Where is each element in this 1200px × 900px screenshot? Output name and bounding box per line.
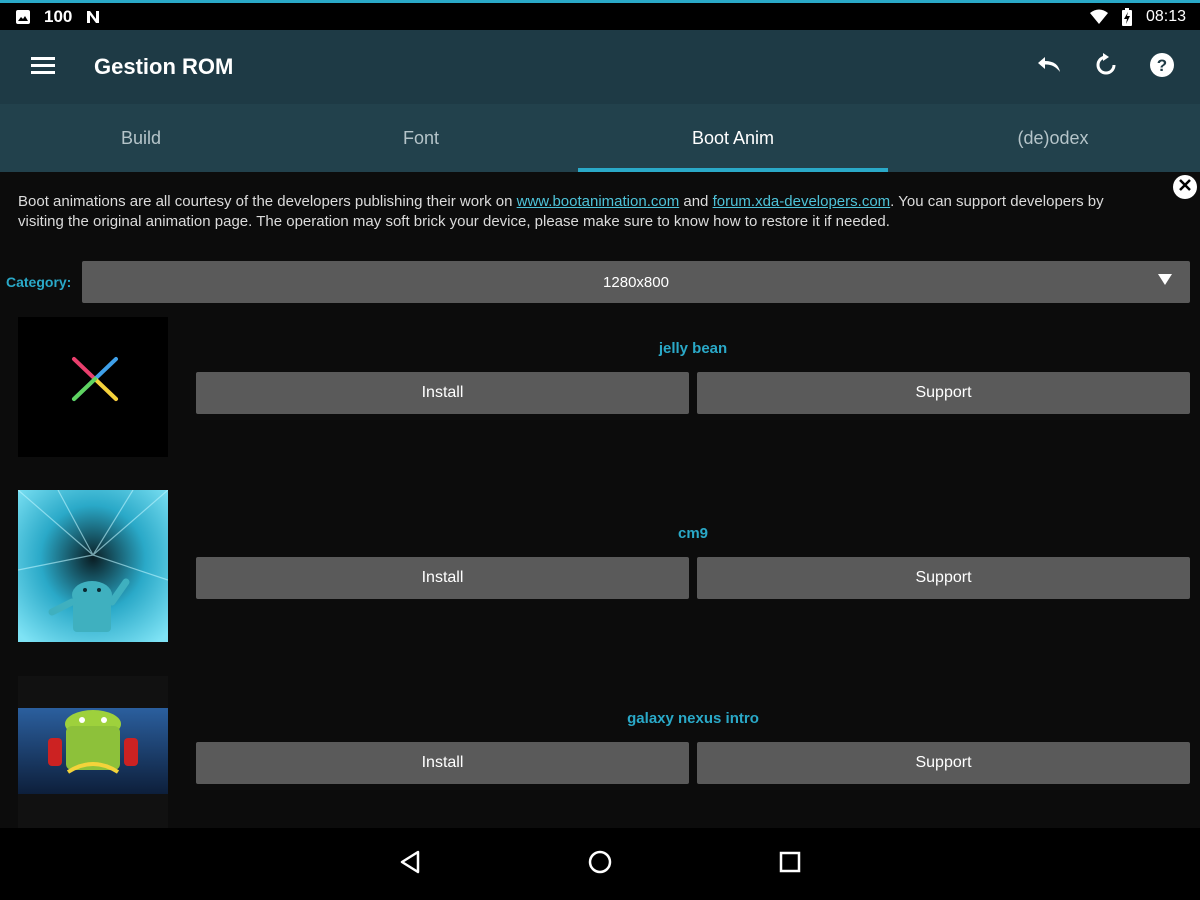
tab-boot-anim[interactable]: Boot Anim xyxy=(578,104,888,172)
dropdown-arrow-icon xyxy=(1158,274,1172,285)
animation-name: jelly bean xyxy=(658,340,728,357)
category-dropdown[interactable]: 1280x800 xyxy=(82,261,1190,303)
battery-icon xyxy=(1118,7,1136,26)
animation-name: galaxy nexus intro xyxy=(627,710,759,727)
main-content: Boot animations are all courtesy of the … xyxy=(0,172,1200,828)
recents-button[interactable] xyxy=(770,844,810,884)
image-icon xyxy=(14,8,32,26)
back-button[interactable] xyxy=(390,844,430,884)
install-button[interactable]: Install xyxy=(196,372,689,414)
notice-part2: and xyxy=(679,193,713,210)
help-button[interactable]: ? xyxy=(1134,30,1190,104)
category-label: Category: xyxy=(6,274,72,290)
status-right: 08:13 xyxy=(1089,7,1186,26)
xda-link[interactable]: forum.xda-developers.com xyxy=(713,193,891,210)
undo-icon xyxy=(1036,53,1064,82)
cm9-thumbnail xyxy=(18,490,168,642)
jelly-bean-thumbnail xyxy=(18,317,168,457)
bootanimation-link[interactable]: www.bootanimation.com xyxy=(517,193,680,210)
status-left: 100 xyxy=(14,7,102,27)
notice-part1: Boot animations are all courtesy of the … xyxy=(18,193,517,210)
help-icon: ? xyxy=(1149,52,1175,83)
tab-font[interactable]: Font xyxy=(282,104,560,172)
list-item: cm9 Install Support xyxy=(0,490,1200,642)
tab-deodex[interactable]: (de)odex xyxy=(906,104,1200,172)
menu-button[interactable] xyxy=(0,30,86,104)
status-bar: 100 08:13 xyxy=(0,0,1200,30)
wifi-icon xyxy=(1089,8,1108,26)
clock: 08:13 xyxy=(1145,7,1186,25)
close-notice-button[interactable] xyxy=(1173,175,1197,199)
support-button[interactable]: Support xyxy=(697,557,1190,599)
list-item: jelly bean Install Support xyxy=(0,317,1200,457)
category-row: Category: 1280x800 xyxy=(0,261,1200,303)
install-button[interactable]: Install xyxy=(196,557,689,599)
page-title: Gestion ROM xyxy=(94,54,234,79)
notice-text: Boot animations are all courtesy of the … xyxy=(18,192,1148,232)
toolbar-actions: ? xyxy=(1022,30,1200,104)
home-button[interactable] xyxy=(580,844,620,884)
home-icon xyxy=(587,849,613,880)
svg-text:?: ? xyxy=(1157,56,1167,75)
undo-button[interactable] xyxy=(1022,30,1078,104)
toolbar: Gestion ROM ? xyxy=(0,30,1200,104)
support-button[interactable]: Support xyxy=(697,372,1190,414)
back-icon xyxy=(399,850,421,879)
menu-icon xyxy=(31,55,55,80)
support-button[interactable]: Support xyxy=(697,742,1190,784)
recents-icon xyxy=(779,851,801,878)
n-icon xyxy=(84,8,102,26)
close-icon xyxy=(1179,178,1191,196)
tab-build[interactable]: Build xyxy=(0,104,282,172)
list-item: galaxy nexus intro Install Support xyxy=(0,676,1200,828)
refresh-icon xyxy=(1094,52,1118,82)
category-selected-value: 1280x800 xyxy=(603,273,669,291)
animation-name: cm9 xyxy=(677,525,709,542)
navigation-bar xyxy=(0,828,1200,900)
install-button[interactable]: Install xyxy=(196,742,689,784)
tab-bar: Build Font Boot Anim (de)odex xyxy=(0,104,1200,172)
refresh-button[interactable] xyxy=(1078,30,1134,104)
galaxy-nexus-thumbnail xyxy=(18,676,168,828)
100-badge-icon: 100 xyxy=(44,6,73,26)
